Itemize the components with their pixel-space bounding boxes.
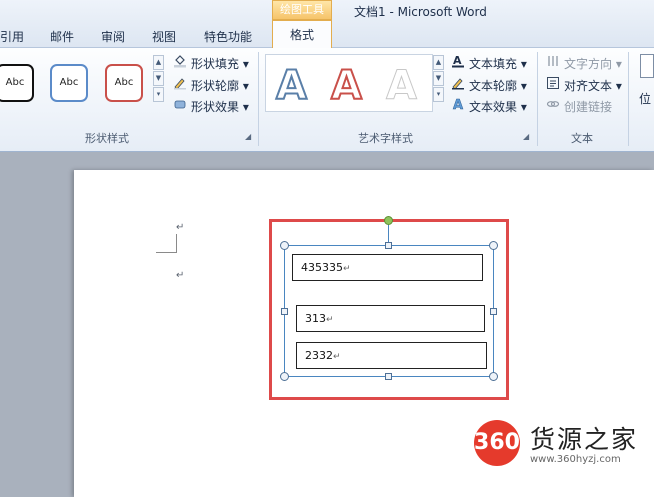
wordart-styles-group-label: 艺术字样式 [358,132,413,145]
shape-effects-icon [172,97,188,114]
shape-effects-button[interactable]: 形状效果 ▾ [172,97,249,115]
paragraph-mark: ↵ [176,222,185,233]
watermark-logo: 360 [474,420,520,466]
gallery-scroll-down-icon[interactable]: ▼ [153,71,164,86]
svg-text:A: A [453,98,463,111]
text-effects-button[interactable]: A 文本效果 ▾ [450,97,527,115]
text-fill-button[interactable]: A 文本填充 ▾ [450,54,527,72]
shape-styles-group-label: 形状样式 [85,132,129,145]
resize-handle-bottom-right[interactable] [489,372,498,381]
create-link-button[interactable]: 创建链接 [545,97,612,115]
text-outline-icon [450,76,466,93]
group-divider [628,52,629,146]
resize-handle-top-left[interactable] [280,241,289,250]
text-group-label: 文本 [571,132,593,145]
window-title: 文档1 - Microsoft Word [354,5,487,19]
tab-mailings[interactable]: 邮件 [50,28,74,45]
tab-review[interactable]: 审阅 [101,28,125,45]
position-button[interactable]: 位 [636,52,654,122]
chevron-down-icon: ▾ [520,57,527,71]
text-direction-icon [545,54,561,71]
watermark: 360 货源之家 www.360hyzj.com [474,420,654,470]
resize-handle-left[interactable] [281,308,288,315]
tab-format[interactable]: 格式 [272,20,332,49]
chevron-down-icon: ▾ [615,79,622,93]
wordart-style-outline-blue[interactable]: A [275,62,308,110]
drawing-tools-context-label: 绘图工具 [272,0,332,20]
pencil-icon [172,76,188,93]
chevron-down-icon: ▾ [242,100,249,114]
text-direction-button[interactable]: 文字方向 ▾ [545,54,622,72]
shape-outline-button[interactable]: 形状轮廓 ▾ [172,76,249,94]
resize-handle-top-right[interactable] [489,241,498,250]
chevron-down-icon: ▾ [242,57,249,71]
ribbon: Abc Abc Abc ▲ ▼ ▾ 形状填充 ▾ 形状轮廓 ▾ 形状效果 ▾ 形… [0,48,654,152]
shape-style-swatch-red[interactable]: Abc [105,64,143,102]
wordart-style-outline-red[interactable]: A [330,62,363,110]
text-outline-button[interactable]: 文本轮廓 ▾ [450,76,527,94]
gallery-scroll-down-icon[interactable]: ▼ [433,71,444,86]
chevron-down-icon: ▾ [520,100,527,114]
align-text-button[interactable]: 对齐文本 ▾ [545,76,622,94]
tab-special-features[interactable]: 特色功能 [204,28,252,45]
dialog-launcher-icon[interactable]: ◢ [523,132,529,141]
text-fill-icon: A [450,54,466,71]
resize-handle-top[interactable] [385,242,392,249]
tab-view[interactable]: 视图 [152,28,176,45]
text-box[interactable]: 2332↵ [296,342,487,369]
paragraph-mark: ↵ [176,270,185,281]
chevron-down-icon: ▾ [520,79,527,93]
text-effects-icon: A [450,97,466,114]
shape-style-swatch-blue[interactable]: Abc [50,64,88,102]
margin-corner-mark [156,234,177,253]
group-divider [258,52,259,146]
text-box[interactable]: 313↵ [296,305,485,332]
dialog-launcher-icon[interactable]: ◢ [245,132,251,141]
text-box[interactable]: 435335↵ [292,254,483,281]
shape-fill-button[interactable]: 形状填充 ▾ [172,54,249,72]
paint-bucket-icon [172,54,188,71]
svg-text:A: A [453,54,462,67]
resize-handle-bottom[interactable] [385,373,392,380]
wordart-style-outline-light[interactable]: A [386,63,418,110]
align-text-icon [545,76,561,93]
gallery-scroll-up-icon[interactable]: ▲ [153,55,164,70]
chevron-down-icon: ▾ [615,57,622,71]
watermark-site-name: 货源之家 [530,425,639,454]
position-icon [640,54,654,78]
link-icon [545,97,561,114]
chevron-down-icon: ▾ [242,79,249,93]
group-divider [537,52,538,146]
watermark-url: www.360hyzj.com [530,454,621,465]
gallery-more-icon[interactable]: ▾ [153,87,164,102]
gallery-more-icon[interactable]: ▾ [433,87,444,102]
wordart-gallery: A A A [265,54,433,112]
rotation-handle[interactable] [384,216,393,225]
resize-handle-bottom-left[interactable] [280,372,289,381]
tab-references[interactable]: 引用 [0,28,24,45]
gallery-scroll-up-icon[interactable]: ▲ [433,55,444,70]
title-bar: 引用 邮件 审阅 视图 特色功能 绘图工具 格式 文档1 - Microsoft… [0,0,654,49]
resize-handle-right[interactable] [490,308,497,315]
shape-style-swatch-black[interactable]: Abc [0,64,34,102]
